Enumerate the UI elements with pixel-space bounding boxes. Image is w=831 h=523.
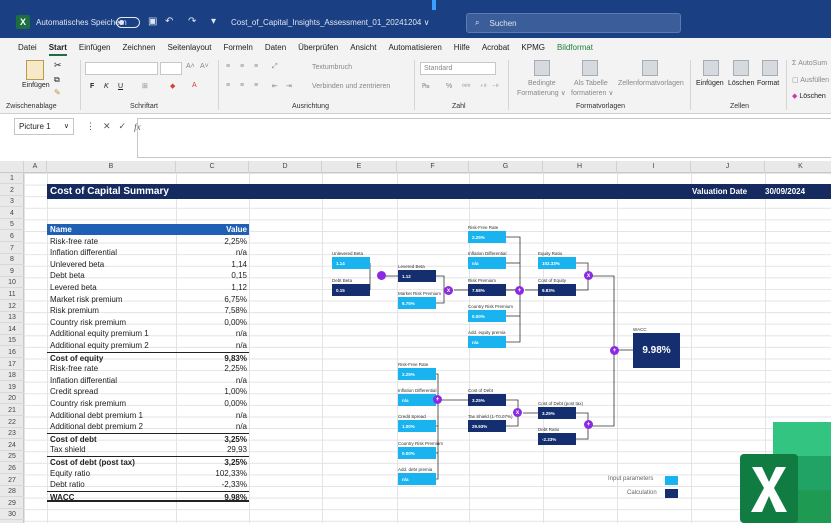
tree-node-cod[interactable]: 3.25% [468,394,506,406]
tree-node-infl2[interactable]: n/a [398,394,436,406]
operator-node: x [513,408,522,417]
tree-node-crp1[interactable]: 0.00% [468,310,506,322]
operator-node [377,271,386,280]
tree-node-rf1[interactable]: 2.25% [468,231,506,243]
tree-node-codpt[interactable]: 3.25% [538,407,576,419]
tree-node-eqr[interactable]: 102.33% [538,257,576,269]
wacc-result-box[interactable]: 9.98% [633,333,680,368]
tree-node-label: Add. debt premia [398,467,433,472]
legend-input-swatch [665,476,678,485]
operator-node: x [584,271,593,280]
tree-node-infl1[interactable]: n/a [468,257,506,269]
tree-node-label: Country Risk Premium [398,441,444,446]
tree-node-label: Debt Ratio [538,427,560,432]
tree-node-label: Risk Premium [468,278,497,283]
operator-node: + [433,395,442,404]
tree-connector [436,275,445,304]
tree-node-debtbeta[interactable]: 0.15 [332,284,370,296]
tree-node-unlev[interactable]: 1.14 [332,257,370,269]
tree-node-mrp[interactable]: 6.75% [398,297,436,309]
tree-node-cs[interactable]: 1.00% [398,420,436,432]
operator-node: + [515,286,524,295]
legend-input-label: Input parameters [608,476,654,482]
operator-node: + [610,346,619,355]
legend-calc-label: Calculation [627,490,657,496]
tree-node-label: Tax Shield (1-T0.07%) [468,414,513,419]
tree-node-label: Equity Ratio [538,251,563,256]
tree-node-label: Risk-Free Rate [398,362,429,367]
tree-node-label: Add. equity premia [468,330,506,335]
excel-logo-watermark-icon [740,422,831,523]
tree-node-label: Country Risk Premium [468,304,514,309]
tree-node-crp2[interactable]: 0.00% [398,447,436,459]
tree-node-label: Credit Spread [398,414,426,419]
legend-calc-swatch [665,489,678,498]
tree-node-label: Inflation Differential [398,388,437,393]
tree-node-add1[interactable]: n/a [468,336,506,348]
tree-node-lev[interactable]: 1.12 [398,270,436,282]
tree-node-label: Cost of Equity [538,278,567,283]
tree-node-label: Unlevered Beta [332,251,364,256]
operator-node: + [584,420,593,429]
tree-node-label: Cost of Debt (post tax) [538,401,584,406]
operator-node: x [444,286,453,295]
tree-node-rp[interactable]: 7.58% [468,284,506,296]
tree-node-coe[interactable]: 9.83% [538,284,576,296]
tree-node-rf2[interactable]: 2.25% [398,368,436,380]
tree-node-label: Market Risk Premium [398,291,442,296]
tree-node-label: Inflation Differential [468,251,507,256]
tree-node-label: Levered Beta [398,264,425,269]
tree-node-label: Cost of Debt [468,388,494,393]
tree-node-tax[interactable]: 29.93% [468,420,506,432]
tree-node-label: Risk-Free Rate [468,225,499,230]
tree-node-add2[interactable]: n/a [398,473,436,485]
tree-node-dr[interactable]: -2.33% [538,433,576,445]
wacc-label: WACC [633,327,647,332]
tree-node-label: Debt Beta [332,278,353,283]
